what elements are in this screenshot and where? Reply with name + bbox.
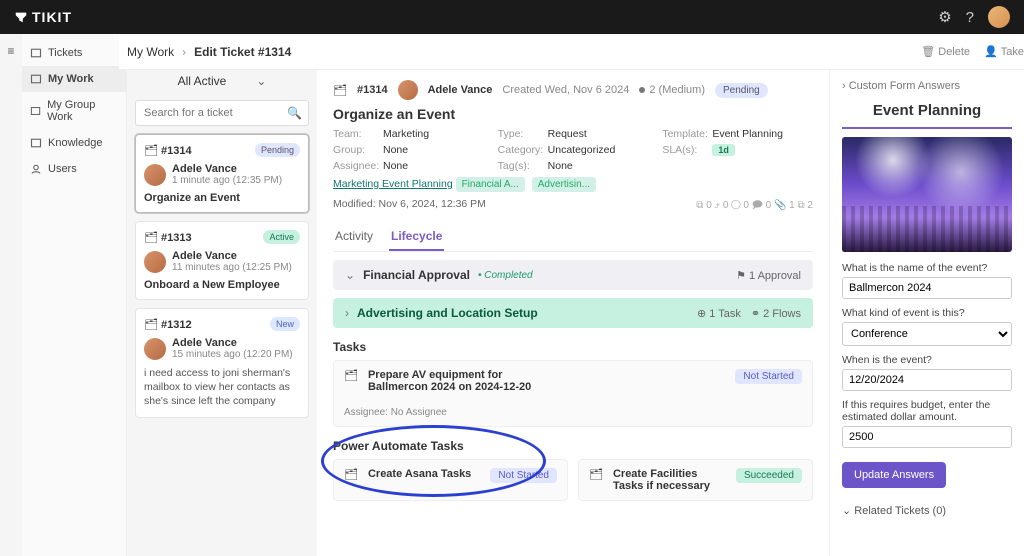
avatar[interactable] bbox=[988, 6, 1010, 28]
power-automate-heading: Power Automate Tasks bbox=[333, 439, 813, 453]
breadcrumb-root[interactable]: My Work bbox=[127, 45, 174, 59]
status-badge: Pending bbox=[715, 83, 768, 98]
event-name-field[interactable] bbox=[842, 277, 1012, 299]
tag[interactable]: Financial A... bbox=[456, 177, 525, 192]
panel-heading: Event Planning bbox=[842, 98, 1012, 127]
nav-knowledge[interactable]: Knowledge bbox=[22, 130, 126, 156]
breadcrumb-current: Edit Ticket #1314 bbox=[194, 45, 291, 59]
phase-advertising[interactable]: › Advertising and Location Setup ⊕ 1 Tas… bbox=[333, 298, 813, 328]
help-icon[interactable]: ? bbox=[966, 9, 974, 26]
question-label: When is the event? bbox=[842, 354, 1012, 366]
template-link[interactable]: Marketing Event Planning bbox=[333, 178, 453, 190]
requester-name: Adele Vance bbox=[428, 84, 493, 96]
related-tickets-toggle[interactable]: ⌄ Related Tickets (0) bbox=[842, 504, 1012, 517]
search-icon[interactable]: 🔍 bbox=[287, 106, 302, 120]
priority: 2 (Medium) bbox=[649, 84, 705, 96]
pa-task-facilities[interactable]: 🗂 Create Facilities Tasks if necessary S… bbox=[578, 459, 813, 501]
sidenav: Tickets My Work My Group Work Knowledge … bbox=[22, 34, 127, 556]
chevron-right-icon: › bbox=[182, 45, 186, 59]
search-box: 🔍 bbox=[135, 100, 309, 126]
tab-activity[interactable]: Activity bbox=[333, 223, 375, 251]
task-card[interactable]: 🗂 Prepare AV equipment forBallmercon 202… bbox=[333, 360, 813, 427]
avatar bbox=[144, 164, 166, 186]
event-image bbox=[842, 137, 1012, 252]
avatar bbox=[398, 80, 418, 100]
pa-task-asana[interactable]: 🗂 Create Asana Tasks Not Started bbox=[333, 459, 568, 501]
ticket-id: #1314 bbox=[357, 84, 388, 96]
created-date: Created Wed, Nov 6 2024 bbox=[502, 84, 629, 96]
app-logo: TIKIT bbox=[14, 9, 72, 25]
take-button[interactable]: 👤 Take bbox=[984, 45, 1024, 58]
flow-icon: 🗂 bbox=[344, 468, 358, 481]
ticket-card[interactable]: 🗂 #1314Pending Adele Vance1 minute ago (… bbox=[135, 134, 309, 213]
topbar: TIKIT ⚙ ? bbox=[0, 0, 1024, 34]
ticket-title: Organize an Event bbox=[333, 106, 813, 122]
delete-button[interactable]: 🗑 Delete bbox=[921, 45, 970, 58]
event-kind-select[interactable]: Conference bbox=[842, 322, 1012, 346]
detail-grid: Team:Marketing Type:Request Template:Eve… bbox=[333, 128, 813, 172]
custom-form-answers-toggle[interactable]: › Custom Form Answers bbox=[842, 80, 1012, 92]
nav-my-group-work[interactable]: My Group Work bbox=[22, 92, 126, 130]
search-input[interactable] bbox=[136, 101, 308, 125]
event-date-field[interactable] bbox=[842, 369, 1012, 391]
flow-icon: 🗂 bbox=[589, 468, 603, 481]
update-answers-button[interactable]: Update Answers bbox=[842, 462, 946, 488]
ticket-stats: ⧉ 0 ⤴ 0 ◯ 0 🗩 0 📎 1 ⧉ 2 bbox=[696, 198, 813, 215]
tasks-heading: Tasks bbox=[333, 340, 813, 354]
ticket-list: All Active 🔍 🗂 #1314Pending Adele Vance1… bbox=[127, 70, 317, 556]
avatar bbox=[144, 251, 166, 273]
tab-lifecycle[interactable]: Lifecycle bbox=[389, 223, 444, 251]
chevron-down-icon: ⌄ bbox=[345, 268, 355, 282]
question-label: What is the name of the event? bbox=[842, 262, 1012, 274]
ticket-detail: 🗂 #1314 Adele Vance Created Wed, Nov 6 20… bbox=[317, 70, 829, 556]
hamburger-icon[interactable]: ≡ bbox=[0, 34, 22, 556]
status-badge: Succeeded bbox=[736, 468, 802, 483]
status-badge: Not Started bbox=[735, 369, 802, 384]
budget-field[interactable] bbox=[842, 426, 1012, 448]
right-panel: › Custom Form Answers Event Planning Wha… bbox=[829, 70, 1024, 556]
modified-date: Nov 6, 2024, 12:36 PM bbox=[379, 198, 486, 210]
ticket-card[interactable]: 🗂 #1313Active Adele Vance11 minutes ago … bbox=[135, 221, 309, 300]
nav-my-work[interactable]: My Work bbox=[22, 66, 126, 92]
nav-tickets[interactable]: Tickets bbox=[22, 40, 126, 66]
status-badge: Not Started bbox=[490, 468, 557, 483]
phase-financial[interactable]: ⌄ Financial Approval • Completed ⚑ 1 App… bbox=[333, 260, 813, 290]
app-name: TIKIT bbox=[32, 9, 72, 25]
status-badge: New bbox=[270, 317, 300, 331]
question-label: What kind of event is this? bbox=[842, 307, 1012, 319]
status-badge: Pending bbox=[255, 143, 300, 157]
question-label: If this requires budget, enter the estim… bbox=[842, 399, 1012, 423]
task-icon: 🗂 bbox=[344, 369, 358, 382]
ticket-card[interactable]: 🗂 #1312New Adele Vance15 minutes ago (12… bbox=[135, 308, 309, 418]
chevron-right-icon: › bbox=[345, 306, 349, 320]
tabs: Activity Lifecycle bbox=[333, 223, 813, 252]
avatar bbox=[144, 338, 166, 360]
gear-icon[interactable]: ⚙ bbox=[938, 8, 951, 26]
breadcrumb: My Work › Edit Ticket #1314 🗑 Delete 👤 T… bbox=[119, 34, 1024, 70]
filter-dropdown[interactable]: All Active bbox=[135, 70, 309, 92]
status-badge: Active bbox=[263, 230, 300, 244]
nav-users[interactable]: Users bbox=[22, 156, 126, 182]
tag[interactable]: Advertisin... bbox=[532, 177, 596, 192]
